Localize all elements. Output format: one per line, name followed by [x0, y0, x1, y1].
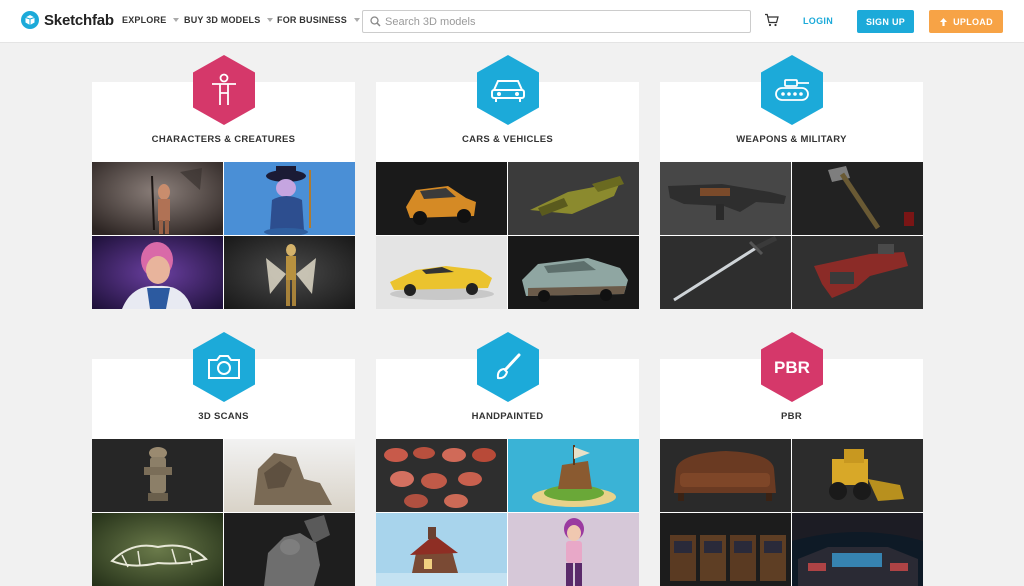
- category-title[interactable]: WEAPONS & MILITARY: [660, 134, 923, 145]
- thumbnail-grid: [660, 162, 923, 309]
- search-box: [362, 10, 751, 33]
- model-thumbnail[interactable]: [92, 513, 223, 586]
- thumbnail-grid: [92, 162, 355, 309]
- model-thumbnail[interactable]: [224, 162, 355, 235]
- car-icon: [491, 80, 525, 102]
- chevron-down-icon: [353, 18, 360, 22]
- model-thumbnail[interactable]: [792, 162, 923, 235]
- model-thumbnail[interactable]: [224, 513, 355, 586]
- nav-explore[interactable]: EXPLORE: [122, 15, 180, 25]
- model-thumbnail[interactable]: [508, 162, 639, 235]
- model-thumbnail[interactable]: [792, 513, 923, 586]
- paintbrush-icon: [496, 353, 521, 380]
- search-input[interactable]: [385, 14, 740, 29]
- model-thumbnail[interactable]: [376, 236, 507, 309]
- model-thumbnail[interactable]: [660, 513, 791, 586]
- sign-up-label: SIGN UP: [865, 16, 906, 27]
- model-thumbnail[interactable]: [508, 236, 639, 309]
- model-thumbnail[interactable]: [92, 439, 223, 512]
- search-icon: [370, 16, 381, 27]
- top-navigation-bar: Sketchfab EXPLORE BUY 3D MODELS FOR BUSI…: [0, 0, 1024, 43]
- nav-for-business[interactable]: FOR BUSINESS: [277, 15, 360, 25]
- nav-buy-3d-models[interactable]: BUY 3D MODELS: [184, 15, 274, 25]
- person-icon: [212, 73, 236, 105]
- sign-up-button[interactable]: SIGN UP: [857, 10, 914, 33]
- upload-arrow-icon: [940, 17, 948, 26]
- model-thumbnail[interactable]: [660, 439, 791, 512]
- category-title[interactable]: CARS & VEHICLES: [376, 134, 639, 145]
- sketchfab-logo-icon: [21, 11, 39, 29]
- model-thumbnail[interactable]: [376, 439, 507, 512]
- thumbnail-grid: [376, 162, 639, 309]
- logo-text: Sketchfab: [44, 11, 114, 29]
- camera-icon: [208, 355, 240, 379]
- login-link[interactable]: LOGIN: [803, 16, 833, 26]
- sketchfab-logo[interactable]: Sketchfab: [21, 11, 114, 29]
- model-thumbnail[interactable]: [376, 162, 507, 235]
- category-title[interactable]: 3D SCANS: [92, 411, 355, 422]
- pbr-icon: PBR: [774, 358, 810, 377]
- model-thumbnail[interactable]: [376, 513, 507, 586]
- upload-button[interactable]: UPLOAD: [929, 10, 1003, 33]
- chevron-down-icon: [173, 18, 180, 22]
- chevron-down-icon: [267, 18, 274, 22]
- model-thumbnail[interactable]: [508, 513, 639, 586]
- tank-icon: [775, 79, 809, 101]
- thumbnail-grid: [660, 439, 923, 586]
- category-title[interactable]: PBR: [660, 411, 923, 422]
- model-thumbnail[interactable]: [224, 439, 355, 512]
- nav-explore-label: EXPLORE: [122, 15, 167, 25]
- model-thumbnail[interactable]: [792, 439, 923, 512]
- model-thumbnail[interactable]: [224, 236, 355, 309]
- category-title[interactable]: CHARACTERS & CREATURES: [92, 134, 355, 145]
- nav-business-label: FOR BUSINESS: [277, 15, 347, 25]
- model-thumbnail[interactable]: [660, 236, 791, 309]
- category-title[interactable]: HANDPAINTED: [376, 411, 639, 422]
- model-thumbnail[interactable]: [508, 439, 639, 512]
- shopping-cart-icon: [765, 13, 779, 27]
- upload-label: UPLOAD: [953, 16, 993, 27]
- nav-buy-label: BUY 3D MODELS: [184, 15, 261, 25]
- thumbnail-grid: [376, 439, 639, 586]
- model-thumbnail[interactable]: [660, 162, 791, 235]
- model-thumbnail[interactable]: [792, 236, 923, 309]
- thumbnail-grid: [92, 439, 355, 586]
- model-thumbnail[interactable]: [92, 236, 223, 309]
- svg-text:PBR: PBR: [774, 358, 810, 377]
- model-thumbnail[interactable]: [92, 162, 223, 235]
- cart-button[interactable]: [764, 13, 779, 32]
